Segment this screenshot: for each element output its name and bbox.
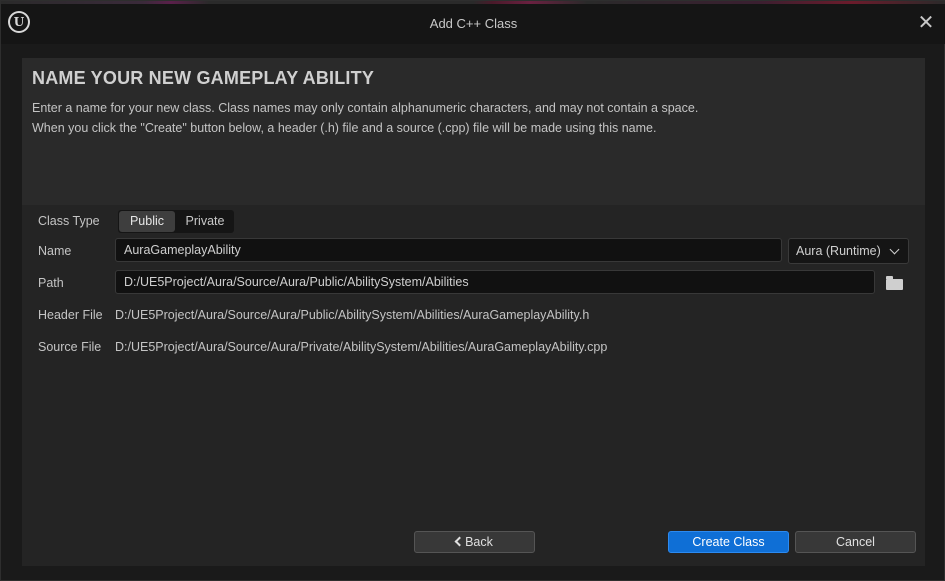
module-dropdown[interactable]: Aura (Runtime) (788, 238, 909, 264)
source-file-path: D:/UE5Project/Aura/Source/Aura/Private/A… (115, 340, 608, 354)
class-type-public-option[interactable]: Public (119, 211, 175, 232)
chevron-down-icon (889, 244, 900, 255)
module-dropdown-value: Aura (Runtime) (796, 244, 881, 258)
name-label: Name (38, 244, 72, 258)
back-button[interactable]: Back (414, 531, 535, 553)
class-type-segmented-control: Public Private (118, 210, 234, 233)
header-file-label: Header File (38, 308, 103, 322)
create-class-button[interactable]: Create Class (668, 531, 789, 553)
title-bar[interactable]: U Add C++ Class ✕ (1, 4, 945, 44)
description-line-1: Enter a name for your new class. Class n… (32, 101, 699, 115)
add-cpp-class-window: U Add C++ Class ✕ NAME YOUR NEW GAMEPLAY… (0, 0, 945, 581)
class-type-label: Class Type (38, 214, 100, 228)
class-name-input[interactable]: AuraGameplayAbility (115, 238, 782, 262)
page-title: NAME YOUR NEW GAMEPLAY ABILITY (32, 68, 375, 88)
header-area: NAME YOUR NEW GAMEPLAY ABILITY Enter a n… (22, 58, 925, 205)
cancel-button[interactable]: Cancel (795, 531, 916, 553)
path-label: Path (38, 276, 64, 290)
window-title: Add C++ Class (429, 16, 518, 31)
close-icon[interactable]: ✕ (914, 12, 938, 36)
back-button-label: Back (465, 535, 493, 549)
path-input[interactable]: D:/UE5Project/Aura/Source/Aura/Public/Ab… (115, 270, 875, 294)
folder-icon[interactable] (886, 276, 903, 290)
source-file-label: Source File (38, 340, 102, 354)
chevron-left-icon (454, 536, 465, 547)
class-type-private-option[interactable]: Private (176, 210, 234, 233)
description-line-2: When you click the "Create" button below… (32, 121, 657, 135)
header-file-path: D:/UE5Project/Aura/Source/Aura/Public/Ab… (115, 308, 590, 322)
main-panel: NAME YOUR NEW GAMEPLAY ABILITY Enter a n… (22, 58, 925, 566)
